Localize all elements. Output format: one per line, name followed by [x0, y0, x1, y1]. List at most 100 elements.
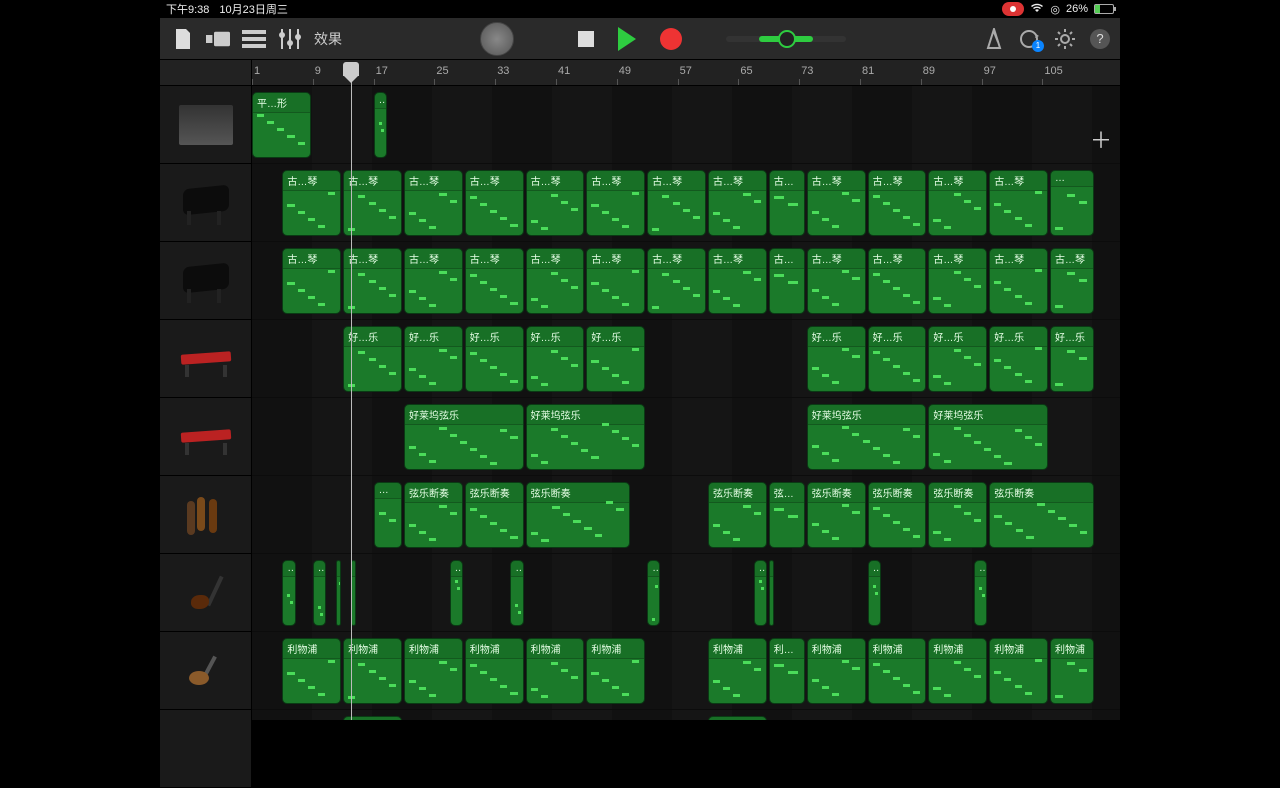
region[interactable]: 利物浦 — [1050, 638, 1094, 704]
region[interactable]: 利物浦 — [807, 638, 866, 704]
region[interactable]: 古…琴 — [526, 248, 585, 314]
region[interactable]: 古…琴 — [989, 170, 1048, 236]
track-header[interactable] — [160, 86, 251, 164]
region[interactable]: 古…琴 — [404, 170, 463, 236]
region[interactable]: 好…乐 — [343, 326, 402, 392]
region[interactable]: 古…琴 — [647, 170, 706, 236]
track-row[interactable]: 经典烙音 经典烙音 — [252, 710, 1120, 720]
region[interactable]: 古…琴 — [928, 170, 987, 236]
fx-button[interactable]: 效果 — [314, 29, 342, 49]
track-header[interactable] — [160, 164, 251, 242]
region[interactable]: 利物浦 — [465, 638, 524, 704]
region[interactable]: … — [282, 560, 295, 626]
track-header[interactable] — [160, 632, 251, 710]
track-row[interactable]: 好莱坞弦乐好莱坞弦乐好莱坞弦乐好莱坞弦乐 — [252, 398, 1120, 476]
region[interactable]: 弦乐断奏 — [404, 482, 463, 548]
region[interactable]: 利物浦 — [586, 638, 645, 704]
region[interactable]: 经典烙音 — [708, 716, 767, 720]
screen-record-indicator[interactable] — [1002, 2, 1024, 16]
region[interactable]: 古…琴 — [465, 170, 524, 236]
region[interactable]: 古…琴 — [465, 248, 524, 314]
region[interactable]: 古…琴 — [586, 170, 645, 236]
region[interactable]: 好莱坞弦乐 — [404, 404, 524, 470]
region[interactable]: 利物浦 — [404, 638, 463, 704]
instrument-button[interactable] — [480, 22, 514, 56]
track-header[interactable] — [160, 476, 251, 554]
track-header[interactable] — [160, 320, 251, 398]
track-header[interactable] — [160, 398, 251, 476]
region[interactable]: 利物浦 — [928, 638, 987, 704]
region[interactable]: … — [868, 560, 881, 626]
browser-button[interactable] — [206, 27, 230, 51]
region[interactable]: 好…乐 — [526, 326, 585, 392]
loop-browser-button[interactable]: 1 — [1018, 28, 1040, 50]
region[interactable]: 古…琴 — [404, 248, 463, 314]
region[interactable]: 古…琴 — [868, 170, 927, 236]
region[interactable]: 利物浦 — [526, 638, 585, 704]
region[interactable]: 好…乐 — [1050, 326, 1094, 392]
track-header[interactable] — [160, 242, 251, 320]
region[interactable]: 利物浦 — [343, 638, 402, 704]
region[interactable]: 弦乐断奏 — [807, 482, 866, 548]
track-row[interactable]: 古…琴古…琴古…琴古…琴古…琴古…琴古…琴古…琴古…琴古…琴古…琴古…琴古…琴… — [252, 164, 1120, 242]
region[interactable]: 好莱坞弦乐 — [526, 404, 646, 470]
region[interactable]: 利物浦 — [769, 638, 805, 704]
region[interactable]: 好…乐 — [807, 326, 866, 392]
region[interactable]: 弦乐断奏 — [928, 482, 987, 548]
track-header[interactable] — [160, 710, 251, 788]
region[interactable]: 古…琴 — [343, 248, 402, 314]
region[interactable]: 古…琴 — [807, 248, 866, 314]
region[interactable]: 古…琴 — [769, 248, 805, 314]
region[interactable]: 好…乐 — [586, 326, 645, 392]
region[interactable]: 经典烙音 — [343, 716, 402, 720]
region[interactable]: 好…乐 — [404, 326, 463, 392]
region[interactable]: 古…琴 — [989, 248, 1048, 314]
region[interactable]: 弦乐断奏 — [465, 482, 524, 548]
region[interactable]: 古…琴 — [868, 248, 927, 314]
region[interactable]: 古…琴 — [769, 170, 805, 236]
master-volume-slider[interactable] — [726, 36, 846, 42]
metronome-button[interactable] — [984, 28, 1004, 50]
region[interactable]: 好莱坞弦乐 — [928, 404, 1048, 470]
region[interactable]: 古…琴 — [343, 170, 402, 236]
settings-button[interactable] — [1054, 28, 1076, 50]
region[interactable]: 古…琴 — [1050, 248, 1094, 314]
track-row[interactable]: 古…琴古…琴古…琴古…琴古…琴古…琴古…琴古…琴古…琴古…琴古…琴古…琴古…琴古… — [252, 242, 1120, 320]
region[interactable]: … — [336, 560, 342, 626]
region[interactable]: 弦乐断奏 — [769, 482, 805, 548]
playhead[interactable] — [351, 62, 352, 720]
region[interactable]: 利物浦 — [708, 638, 767, 704]
region[interactable]: 古…琴 — [928, 248, 987, 314]
tracks-view-button[interactable] — [242, 27, 266, 51]
region[interactable]: 利物浦 — [868, 638, 927, 704]
region[interactable]: 好…乐 — [868, 326, 927, 392]
region[interactable]: 古…琴 — [708, 170, 767, 236]
timeline[interactable]: 191725334149576573818997105 ＋ 平…形…古…琴古…琴… — [252, 60, 1120, 720]
track-row[interactable]: …弦乐断奏弦乐断奏弦乐断奏弦乐断奏弦乐断奏弦乐断奏弦乐断奏弦乐断奏弦乐断奏 — [252, 476, 1120, 554]
region[interactable]: 弦乐断奏 — [989, 482, 1093, 548]
region[interactable]: … — [374, 92, 387, 158]
track-row[interactable]: …………………………… — [252, 554, 1120, 632]
my-songs-button[interactable] — [170, 27, 194, 51]
add-track-button[interactable]: ＋ — [1090, 123, 1112, 155]
region[interactable]: 平…形 — [252, 92, 311, 158]
track-row[interactable]: 平…形 … — [252, 86, 1120, 164]
ruler[interactable]: 191725334149576573818997105 — [252, 60, 1120, 86]
region[interactable]: 古…琴 — [807, 170, 866, 236]
region[interactable]: 利物浦 — [989, 638, 1048, 704]
region[interactable]: … — [974, 560, 987, 626]
mixer-button[interactable] — [278, 27, 302, 51]
region[interactable]: … — [769, 560, 775, 626]
region[interactable]: 古…琴 — [282, 170, 341, 236]
region[interactable]: … — [313, 560, 326, 626]
region[interactable]: … — [754, 560, 767, 626]
region[interactable]: … — [1050, 170, 1094, 236]
region[interactable]: 好…乐 — [928, 326, 987, 392]
region[interactable]: … — [510, 560, 523, 626]
region[interactable]: 古…琴 — [708, 248, 767, 314]
region[interactable]: 利物浦 — [282, 638, 341, 704]
region[interactable]: 好…乐 — [465, 326, 524, 392]
region[interactable]: 弦乐断奏 — [868, 482, 927, 548]
stop-button[interactable] — [578, 31, 594, 47]
track-row[interactable]: 利物浦利物浦利物浦利物浦利物浦利物浦利物浦利物浦利物浦利物浦利物浦利物浦利物浦 — [252, 632, 1120, 710]
